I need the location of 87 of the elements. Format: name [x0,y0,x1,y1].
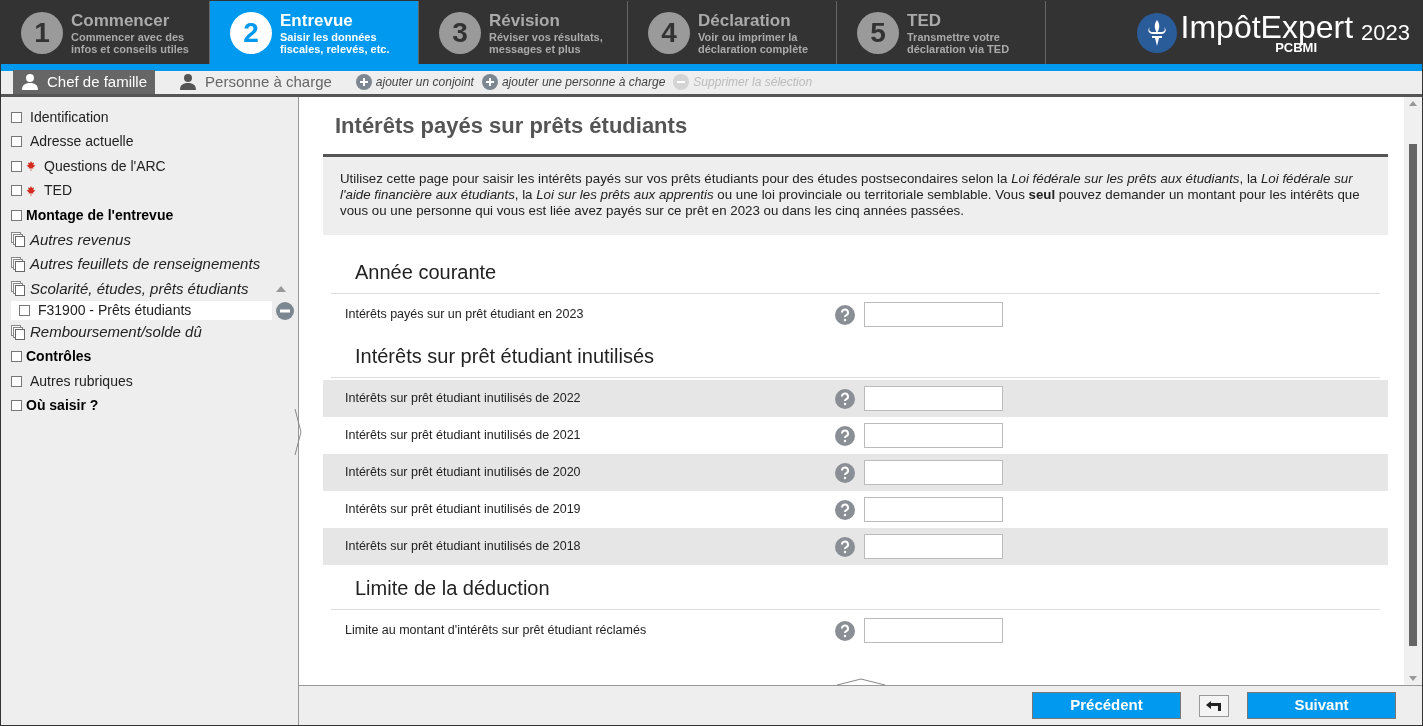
sidebar-item[interactable]: Remboursement/solde dû [30,321,202,344]
sidebar-item[interactable]: Scolarité, études, prêts étudiants [30,277,249,300]
checkbox[interactable] [11,351,22,363]
amount-input[interactable] [864,302,1003,327]
step-number: 2 [230,11,272,54]
plus-icon [481,74,498,90]
amount-input[interactable] [864,460,1003,485]
help-icon[interactable] [835,499,855,520]
amount-input[interactable] [864,497,1003,522]
fleur-de-lis-logo-icon [1136,12,1177,53]
field-label: Intérêts sur prêt étudiant inutilisés de 2019 [345,501,582,519]
intro-paragraph: Utilisez cette page pour saisir les intérêts payés sur vos prêts étudiants pour des études postsecondaires selon la Loi fédérale sur les prêts aux étudiants, la Loi fédérale sur l'aide financière aux étudiants, la Loi sur les prêts aux apprentis ou une loi provinciale ou territoriale semblable. Vous seul pouvez demander un montant pour les intérêts que vous ou une personne qui vous est liée avez payés sur ce prêt en 2023 ou dans les cinq années passées. [323,157,1388,235]
checkbox[interactable] [11,400,22,412]
sidebar-item[interactable]: Autres revenus [30,228,131,251]
step-description: Réviser vos résultats, messages et plus [489,30,604,55]
help-icon[interactable] [835,304,855,325]
checkbox[interactable] [11,375,22,387]
section-heading: Intérêts sur prêt étudiant inutilisés [331,335,1380,378]
sidebar-item[interactable]: Montage de l'entrevue [26,204,174,226]
step-number: 5 [857,11,899,54]
checkbox[interactable] [11,160,22,172]
scrollbar[interactable] [1404,97,1422,685]
sidebar-item[interactable]: Contrôles [26,346,92,368]
plus-icon [355,74,372,90]
checkbox[interactable] [19,305,30,316]
sidebar-item[interactable]: Identification [30,106,109,128]
field-label: Intérêts sur prêt étudiant inutilisés de 2021 [345,427,582,445]
stacked-pages-icon [11,232,26,248]
amount-input[interactable] [864,386,1003,411]
step-description: Voir ou imprimer la déclaration complète [698,30,810,55]
step-number: 3 [439,11,481,54]
amount-input[interactable] [864,618,1003,643]
checkbox[interactable] [11,111,22,123]
sidebar-item[interactable]: Questions de l'ARC [44,155,166,177]
help-icon[interactable] [835,425,855,446]
logo-year: 2023 [1361,19,1410,47]
sidebar-item[interactable]: Autres feuillets de renseignements [30,253,261,276]
scroll-up-icon[interactable] [1409,101,1417,106]
amount-input[interactable] [864,423,1003,448]
sidebar-subitem-label: F31900 - Prêts étudiants [38,301,192,320]
sidebar-item[interactable]: TED [44,180,72,202]
return-arrow-icon [1206,700,1222,711]
toolbar-action[interactable]: ajouter une personne à charge [481,70,666,94]
person-tab[interactable]: Chef de famille [13,70,156,94]
collapse-caret-icon[interactable] [276,285,286,292]
step-description: Commencer avec des infos et conseils utiles [71,30,189,55]
splitter-handle-icon[interactable] [294,409,302,455]
expand-handle-icon[interactable] [837,678,885,686]
section-heading: Année courante [331,251,1380,294]
sidebar-item[interactable]: Autres rubriques [30,370,133,392]
step-title: Déclaration [698,10,792,31]
toolbar-action[interactable]: ajouter un conjoint [355,70,474,94]
scroll-down-icon[interactable] [1409,676,1417,681]
sidebar-item[interactable]: Adresse actuelle [30,131,134,153]
section-heading: Limite de la déduction [331,567,1380,610]
remove-icon[interactable] [276,301,294,320]
back-button[interactable] [1199,694,1229,717]
step-description: Saisir les données fiscales, relevés, etc. [280,30,391,55]
field-label: Intérêts sur prêt étudiant inutilisés de 2020 [345,464,582,482]
stacked-pages-icon [11,281,26,297]
field-label: Intérêts sur prêt étudiant inutilisés de 2022 [345,390,582,408]
amount-input[interactable] [864,534,1003,559]
checkbox[interactable] [11,209,22,221]
step-title: Commencer [71,10,171,31]
person-icon [21,73,39,91]
step-number: 1 [21,11,63,54]
minus-icon [673,74,690,90]
checkbox[interactable] [11,136,22,148]
help-icon[interactable] [835,536,855,557]
field-label: Intérêts payés sur un prêt étudiant en 2023 [345,306,585,324]
checkbox[interactable] [11,185,22,197]
step-title: Révision [489,10,561,31]
step-title: TED [907,10,942,31]
step-description: Transmettre votre déclaration via TED [907,30,1011,55]
help-icon[interactable] [835,620,855,641]
field-label: Limite au montant d'intérêts sur prêt étudiant réclamés [345,622,648,640]
step-title: Entrevue [280,10,354,31]
sidebar-item[interactable]: Où saisir ? [26,395,99,417]
stacked-pages-icon [11,324,26,340]
field-label: Intérêts sur prêt étudiant inutilisés de 2018 [345,538,582,556]
scrollbar-thumb[interactable] [1409,144,1417,646]
help-icon[interactable] [835,388,855,409]
person-tab[interactable]: Personne à charge [171,70,340,94]
sidebar-subitem[interactable]: F31900 - Prêts étudiants [11,301,272,320]
step-number: 4 [648,11,690,54]
help-icon[interactable] [835,462,855,483]
stacked-pages-icon [11,256,26,272]
